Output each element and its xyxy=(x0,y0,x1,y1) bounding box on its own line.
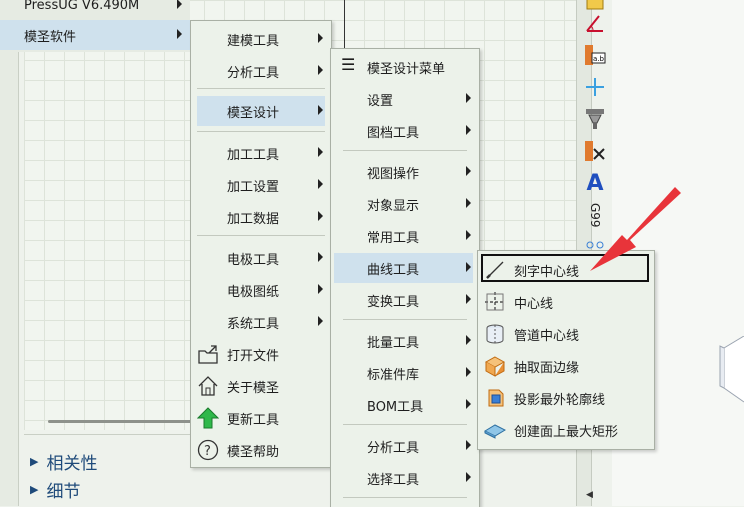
menu-item-projection-outline[interactable]: 投影最外轮廓线 xyxy=(478,383,654,413)
panel-section-label: 细节 xyxy=(46,482,81,502)
horizontal-scrollbar[interactable] xyxy=(48,420,198,423)
menu-item-mosheng-software[interactable]: 模圣软件 xyxy=(0,20,190,50)
menu-item-extract-face-edges[interactable]: 抽取面边缘 xyxy=(478,351,654,381)
menu-item-machining-data[interactable]: 加工数据 xyxy=(191,202,331,232)
angle-measure-icon[interactable] xyxy=(582,10,608,36)
left-edge xyxy=(0,0,19,506)
curve-tools-menu: 刻字中心线 中心线 管道中心线 抽取面边缘 投影最外轮廓线 创建面上最大矩形 xyxy=(477,250,655,450)
panel-section-details[interactable]: ▶ 细节 xyxy=(30,477,80,502)
menu-item-selection-tools[interactable]: 选择工具 xyxy=(331,463,479,493)
main-menu: PressUG V6.490M 模圣软件 xyxy=(0,0,190,52)
box-edge-icon xyxy=(484,356,506,377)
centerline-icon xyxy=(485,292,505,312)
menu-item-pipe-centerline[interactable]: 管道中心线 xyxy=(478,319,654,349)
drill-icon[interactable] xyxy=(582,106,608,132)
menu-item-machining-settings[interactable]: 加工设置 xyxy=(191,170,331,200)
text-tool-icon[interactable]: A xyxy=(582,170,608,196)
menu-item-system-tools[interactable]: 系统工具 xyxy=(191,307,331,337)
menu-item-update-tools[interactable]: 更新工具 xyxy=(191,403,331,433)
panel-section-label: 相关性 xyxy=(46,454,98,474)
menu-item-batch-tools[interactable]: 批量工具 xyxy=(331,326,479,356)
menu-item-analysis-tools[interactable]: 分析工具 xyxy=(191,56,331,86)
projection-icon xyxy=(488,389,504,407)
mosheng-software-menu: 建模工具 分析工具 模圣设计 加工工具 加工设置 加工数据 电极工具 电极图纸 … xyxy=(190,20,332,468)
menu-item-engraving-centerline[interactable]: 刻字中心线 xyxy=(478,255,654,285)
menu-item-pressug[interactable]: PressUG V6.490M xyxy=(0,0,190,20)
menu-item-curve-tools[interactable]: 曲线工具 xyxy=(334,253,473,283)
help-icon: ? xyxy=(197,439,219,461)
menu-item-design-menu[interactable]: ☰ 模圣设计菜单 xyxy=(331,52,479,82)
menu-item-electrode-drawing[interactable]: 电极图纸 xyxy=(191,275,331,305)
menu-item-machining-tools[interactable]: 加工工具 xyxy=(191,138,331,168)
expand-icon: ▶ xyxy=(30,483,39,496)
menu-item-help[interactable]: ? 模圣帮助 xyxy=(191,435,331,465)
menu-item-settings[interactable]: 设置 xyxy=(331,84,479,114)
menu-item-common-tools[interactable]: 常用工具 xyxy=(331,221,479,251)
menu-item-electrode-tools[interactable]: 电极工具 xyxy=(191,243,331,273)
menu-item-view-operations[interactable]: 视图操作 xyxy=(331,157,479,187)
menu-lines-icon: ☰ xyxy=(341,55,356,74)
crosshair-icon[interactable] xyxy=(582,74,608,100)
panel-section-relevance[interactable]: ▶ 相关性 xyxy=(30,449,97,474)
delete-tool-icon[interactable] xyxy=(582,138,608,164)
menu-item-about[interactable]: 关于模圣 xyxy=(191,371,331,401)
menu-item-transform-tools[interactable]: 变换工具 xyxy=(331,285,479,315)
menu-item-mosheng-design[interactable]: 模圣设计 xyxy=(197,96,325,126)
svg-text:a.b: a.b xyxy=(593,55,605,63)
menu-item-bom-tools[interactable]: BOM工具 xyxy=(331,390,479,420)
home-icon xyxy=(198,376,218,396)
vertical-toolbar: a.b A G99 xyxy=(580,0,610,250)
expand-icon: ▶ xyxy=(30,455,39,468)
mosheng-design-menu: ☰ 模圣设计菜单 设置 图档工具 视图操作 对象显示 常用工具 曲线工具 变换工… xyxy=(330,48,480,507)
g99-button[interactable]: G99 xyxy=(582,202,608,228)
diagonal-line-icon xyxy=(486,261,504,279)
arrow-up-icon xyxy=(197,407,219,429)
menu-item-open-file[interactable]: 打开文件 xyxy=(191,339,331,369)
open-file-icon xyxy=(198,345,218,364)
collapse-left-icon[interactable]: ◀ xyxy=(586,490,593,500)
svg-text:?: ? xyxy=(204,444,211,459)
text-label-icon[interactable]: a.b xyxy=(582,42,608,68)
cylinder-icon xyxy=(486,324,504,344)
menu-item-standard-parts[interactable]: 标准件库 xyxy=(331,358,479,388)
axis-line xyxy=(344,0,345,48)
model-cube-icon xyxy=(719,336,744,403)
menu-item-max-rectangle[interactable]: 创建面上最大矩形 xyxy=(478,415,654,445)
menu-item-centerline[interactable]: 中心线 xyxy=(478,287,654,317)
menu-item-drawing-tools[interactable]: 图档工具 xyxy=(331,116,479,146)
menu-item-object-display[interactable]: 对象显示 xyxy=(331,189,479,219)
menu-item-modeling-tools[interactable]: 建模工具 xyxy=(191,24,331,54)
plate-icon xyxy=(484,424,506,439)
menu-item-analysis-tools-2[interactable]: 分析工具 xyxy=(331,431,479,461)
